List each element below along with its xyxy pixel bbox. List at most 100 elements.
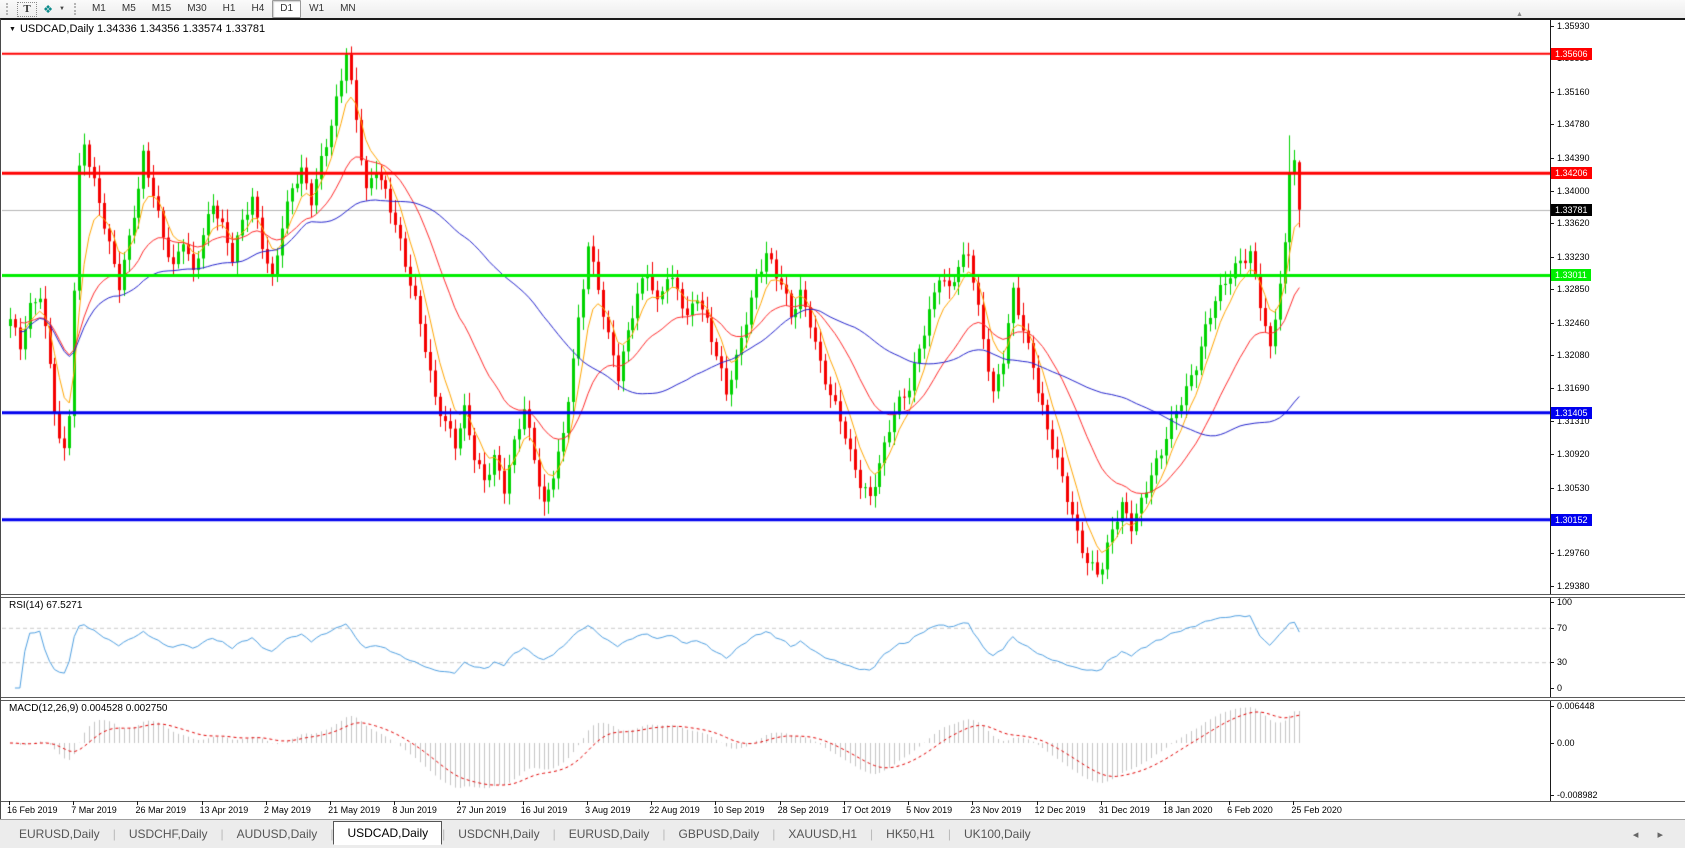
rsi-axis-label: 100 [1557,597,1573,607]
macd-axis-label: 0.00 [1557,738,1575,748]
drawing-tool-icon[interactable]: ❖ [39,2,57,17]
macd-axis-label: 0.006448 [1557,700,1595,711]
bid-price-badge: 1.33781 [1551,203,1592,216]
time-axis-label: 5 Nov 2019 [906,805,953,815]
price-axis-label: 1.32460 [1557,317,1590,328]
text-tool-icon[interactable]: T [17,1,37,17]
chart-title-text: USDCAD,Daily 1.34336 1.34356 1.33574 1.3… [19,23,266,35]
tab-usdcad-daily[interactable]: USDCAD,Daily [333,821,443,845]
hline-price-badge: 1.30152 [1551,513,1592,526]
macd-indicator-label: MACD(12,26,9) 0.004528 0.002750 [9,703,168,714]
timeframe-button-group: M1 M5 M15 M30 H1 H4 D1 W1 MN [84,0,364,18]
price-axis-tick [1550,355,1554,357]
time-axis-label: 10 Sep 2019 [713,805,765,815]
hline-price-badge: 1.31405 [1551,406,1592,419]
timeframe-button-h1[interactable]: H1 [215,0,244,18]
timeframe-button-m5[interactable]: M5 [114,0,144,18]
time-axis-label: 12 Dec 2019 [1034,805,1086,815]
time-axis-label: 26 Mar 2019 [135,805,186,815]
scroll-marker-icon[interactable]: ▲ [1516,11,1523,18]
rsi-axis-tick [1550,602,1554,603]
timeframe-button-h4[interactable]: H4 [243,0,272,18]
tab-scroll-arrows-icon[interactable]: ◂ ▸ [1633,828,1671,841]
time-axis-label: 13 Apr 2019 [199,805,249,815]
timeframe-button-m1[interactable]: M1 [84,0,114,18]
time-axis-label: 25 Feb 2020 [1291,805,1342,815]
price-axis-tick [1550,26,1554,27]
price-axis-tick [1550,289,1554,291]
pane-separator[interactable] [1,594,1685,598]
rsi-axis-tick [1550,627,1554,629]
toolbar: T ❖ ▼ M1 M5 M15 M30 H1 H4 D1 W1 MN [0,0,1685,19]
tool-dropdown-caret-icon[interactable]: ▼ [59,6,65,12]
timeframe-button-mn[interactable]: MN [332,0,364,18]
hline-price-badge: 1.33011 [1551,269,1591,282]
time-axis-label: 17 Oct 2019 [841,805,891,815]
macd-axis-tick [1550,705,1554,707]
price-axis-label: 1.29760 [1557,548,1590,559]
price-axis-label: 1.32080 [1557,350,1590,361]
price-axis-label: 1.34390 [1557,152,1590,163]
rsi-axis-label: 70 [1557,622,1568,633]
toolbar-grip[interactable] [73,3,80,15]
tab-audusd-daily[interactable]: AUDUSD,Daily [224,824,331,844]
chart-tab-bar: EURUSD,Daily | USDCHF,Daily | AUDUSD,Daily | U… [0,819,1685,848]
tab-eurusd-daily[interactable]: EURUSD,Daily [556,824,663,844]
tab-usdchf-daily[interactable]: USDCHF,Daily [116,824,221,844]
time-axis-label: 7 Mar 2019 [71,805,117,815]
toolbar-grip[interactable] [6,3,12,15]
tab-hk50-h1[interactable]: HK50,H1 [873,824,948,844]
time-axis-label: 2 May 2019 [263,805,311,815]
price-axis-label: 1.33230 [1557,251,1590,262]
price-axis-tick [1550,223,1554,225]
time-axis-label: 8 Jun 2019 [392,805,437,815]
price-axis-label: 1.31690 [1557,383,1590,394]
macd-axis-tick [1550,794,1554,796]
tab-xauusd-h1[interactable]: XAUUSD,H1 [775,824,870,844]
price-axis-tick [1550,487,1554,489]
time-axis-label: 22 Aug 2019 [649,805,700,815]
timeframe-button-m15[interactable]: M15 [144,0,179,18]
rsi-axis-label: 30 [1557,657,1568,668]
tab-uk100-daily[interactable]: UK100,Daily [951,824,1044,844]
collapse-triangle-icon[interactable]: ▼ [9,26,16,33]
price-axis-label: 1.34780 [1557,119,1590,130]
rsi-axis-label: 0 [1557,683,1563,693]
price-axis-tick [1550,322,1554,324]
time-axis-label: 18 Jan 2020 [1162,805,1213,815]
hline-price-badge: 1.34206 [1551,167,1592,180]
time-axis-label: 31 Dec 2019 [1098,805,1150,815]
price-axis-label: 1.33620 [1557,218,1590,229]
price-axis-tick [1550,157,1554,159]
tab-gbpusd-daily[interactable]: GBPUSD,Daily [666,824,773,844]
price-axis-tick [1550,91,1554,93]
price-axis-tick [1550,124,1554,126]
time-axis-label: 6 Feb 2020 [1227,805,1273,815]
rsi-indicator-label: RSI(14) 67.5271 [9,600,83,611]
time-axis-label: 21 May 2019 [328,805,381,815]
price-axis-label: 1.35930 [1557,21,1590,31]
chart-window: ▲ ▼ USDCAD,Daily 1.34336 1.34356 1.33574 … [0,11,1685,819]
price-chart-canvas[interactable] [2,20,1550,801]
price-axis-tick [1550,256,1554,258]
time-axis-label: 27 Jun 2019 [456,805,507,815]
time-axis-label: 28 Sep 2019 [777,805,829,815]
timeframe-button-d1[interactable]: D1 [272,0,302,18]
time-axis-label: 16 Feb 2019 [7,805,58,815]
hline-price-badge: 1.35606 [1551,47,1592,60]
price-axis-label: 1.30920 [1557,449,1590,460]
rsi-axis-tick [1550,662,1554,664]
timeframe-button-m30[interactable]: M30 [179,0,214,18]
price-axis-label: 1.30530 [1557,482,1590,493]
time-axis-label: 16 Jul 2019 [520,805,568,815]
pane-separator[interactable] [1,697,1685,701]
timeframe-button-w1[interactable]: W1 [301,0,332,18]
time-axis-label: 3 Aug 2019 [584,805,631,815]
chart-title: ▼ USDCAD,Daily 1.34336 1.34356 1.33574 1.… [9,23,265,35]
price-axis-tick [1550,190,1554,192]
tab-eurusd-daily[interactable]: EURUSD,Daily [6,824,113,844]
tab-usdcnh-daily[interactable]: USDCNH,Daily [445,824,552,844]
macd-axis-label: -0.008982 [1557,789,1598,800]
rsi-axis-tick [1550,688,1554,689]
price-axis-tick [1550,553,1554,555]
